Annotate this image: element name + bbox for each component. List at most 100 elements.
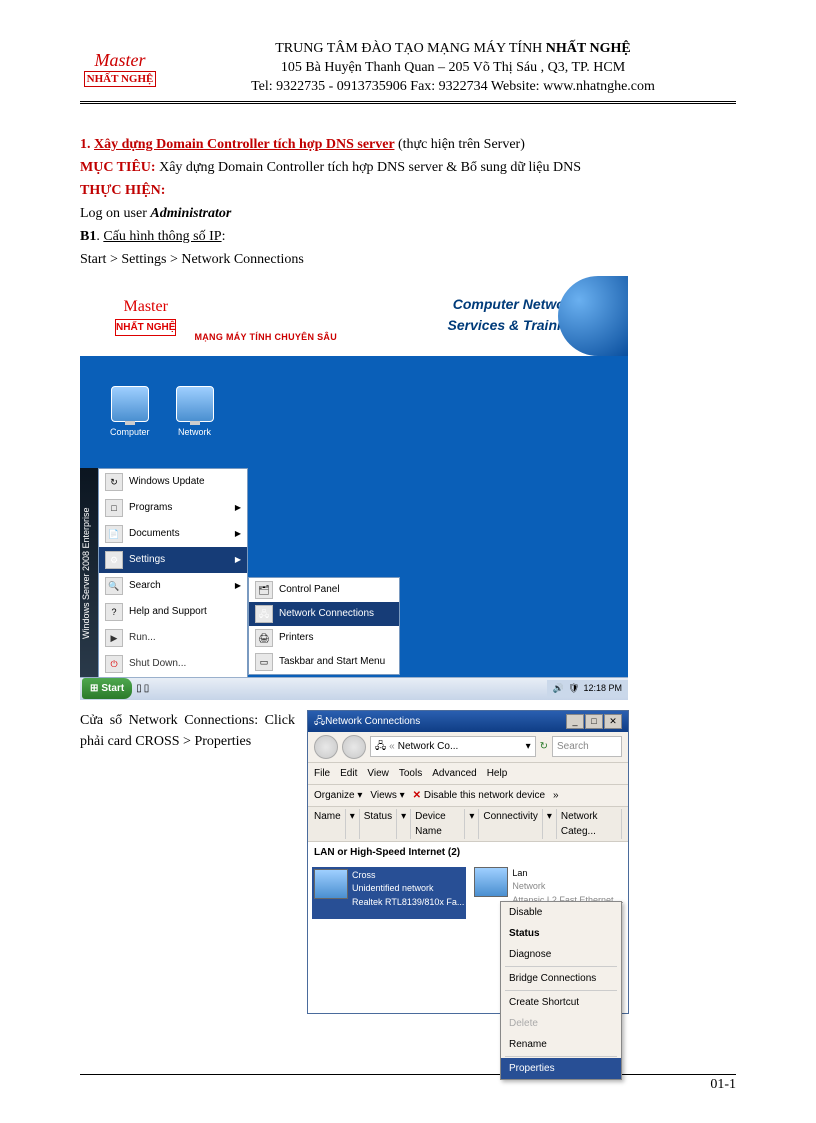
computer-icon	[111, 386, 149, 422]
page-header: Master NHẤT NGHỆ TRUNG TÂM ĐÀO TẠO MẠNG …	[80, 40, 736, 97]
header-rule	[80, 101, 736, 104]
menu-edit[interactable]: Edit	[340, 766, 357, 781]
desktop-banner: Master NHẤT NGHỆ MẠNG MÁY TÍNH CHUYÊN SÂ…	[80, 276, 628, 356]
start-button[interactable]: ⊞ Start	[82, 678, 132, 699]
control-panel-icon: 🗂	[255, 581, 273, 599]
ctx-diagnose[interactable]: Diagnose	[501, 944, 621, 965]
start-menu-sidebar: Windows Server 2008 Enterprise	[80, 468, 98, 678]
help-icon: ?	[105, 603, 123, 621]
tray-icon[interactable]: 🔊	[553, 682, 564, 696]
menu-advanced[interactable]: Advanced	[432, 766, 476, 781]
programs-icon: □	[105, 499, 123, 517]
menu-file[interactable]: File	[314, 766, 330, 781]
menu-run[interactable]: ▶Run...	[99, 625, 247, 651]
menu-help[interactable]: Help	[487, 766, 508, 781]
col-connectivity[interactable]: Connectivity	[483, 809, 542, 839]
organize-button[interactable]: Organize ▾	[314, 788, 362, 803]
muctieu-text: Xây dựng Domain Controller tích hợp DNS …	[159, 160, 581, 175]
close-button[interactable]: ✕	[604, 714, 622, 729]
ctx-shortcut[interactable]: Create Shortcut	[501, 992, 621, 1013]
menu-settings[interactable]: ⚙Settings▶	[99, 547, 247, 573]
connection-cross[interactable]: Cross Unidentified network Realtek RTL81…	[312, 867, 466, 919]
menu-search[interactable]: 🔍Search▶	[99, 573, 247, 599]
logo-name: NHẤT NGHỆ	[84, 71, 157, 87]
search-box[interactable]: Search	[552, 736, 622, 757]
connections-list: Cross Unidentified network Realtek RTL81…	[308, 863, 628, 923]
start-menu: Windows Server 2008 Enterprise ↻Windows …	[80, 468, 400, 678]
overflow-button[interactable]: »	[553, 788, 559, 803]
submenu-network-connections[interactable]: 🖧Network Connections	[249, 602, 399, 626]
minimize-button[interactable]: _	[566, 714, 584, 729]
views-button[interactable]: Views ▾	[370, 788, 404, 803]
header-line3: Tel: 9322735 - 0913735906 Fax: 9322734 W…	[170, 78, 736, 97]
screenshot-network-connections: 🖧 Network Connections _ □ ✕ 🖧 « Network …	[307, 710, 629, 1014]
forward-button[interactable]	[342, 735, 366, 759]
section-1-title: 1. Xây dựng Domain Controller tích hợp D…	[80, 134, 736, 155]
desktop-icon-network[interactable]: Network	[176, 386, 214, 440]
col-category[interactable]: Network Categ...	[561, 809, 622, 839]
maximize-button[interactable]: □	[585, 714, 603, 729]
printers-icon: 🖨	[255, 629, 273, 647]
submenu-control-panel[interactable]: 🗂Control Panel	[249, 578, 399, 602]
menu-shutdown[interactable]: ⏻Shut Down...	[99, 651, 247, 677]
context-menu: Disable Status Diagnose Bridge Connectio…	[500, 901, 622, 1080]
muctieu-line: MỤC TIÊU: Xây dựng Domain Controller tíc…	[80, 157, 736, 178]
ctx-disable[interactable]: Disable	[501, 902, 621, 923]
quicklaunch-icon[interactable]: ▯	[136, 681, 142, 696]
category-header: LAN or High-Speed Internet (2)	[308, 842, 628, 863]
ctx-status[interactable]: Status	[501, 923, 621, 944]
col-name[interactable]: Name	[314, 809, 346, 839]
menu-windows-update[interactable]: ↻Windows Update	[99, 469, 247, 495]
desktop-icon-computer[interactable]: Computer	[110, 386, 150, 440]
instruction-text: Cửa sổ Network Connections: Click phải c…	[80, 710, 295, 752]
back-button[interactable]	[314, 735, 338, 759]
window-title: Network Connections	[325, 714, 420, 729]
logo: Master NHẤT NGHỆ	[80, 50, 160, 87]
settings-icon: ⚙	[105, 551, 123, 569]
section-1-num: 1.	[80, 137, 94, 152]
screenshot-desktop: Master NHẤT NGHỆ MẠNG MÁY TÍNH CHUYÊN SÂ…	[80, 276, 628, 700]
address-bar[interactable]: 🖧 « Network Co... ▾	[370, 736, 536, 757]
globe-icon	[558, 276, 628, 356]
update-icon: ↻	[105, 473, 123, 491]
b1-line: B1. Cấu hình thông số IP:	[80, 226, 736, 247]
banner-slogan: MẠNG MÁY TÍNH CHUYÊN SÂU	[194, 331, 337, 345]
menu-documents[interactable]: 📄Documents▶	[99, 521, 247, 547]
window-titlebar: 🖧 Network Connections _ □ ✕	[308, 711, 628, 732]
nic-icon	[314, 869, 348, 899]
header-text: TRUNG TÂM ĐÀO TẠO MẠNG MÁY TÍNH NHẤT NGH…	[170, 40, 736, 97]
page-footer: 01-1	[80, 1074, 736, 1093]
disable-device-button[interactable]: ✕ Disable this network device	[413, 788, 545, 803]
b1-underline: Cấu hình thông số IP	[103, 229, 221, 244]
menu-programs[interactable]: □Programs▶	[99, 495, 247, 521]
muctieu-label: MỤC TIÊU:	[80, 160, 159, 175]
refresh-icon[interactable]: ↻	[540, 739, 548, 754]
ctx-rename[interactable]: Rename	[501, 1034, 621, 1055]
logon-pre: Log on user	[80, 206, 150, 221]
run-icon: ▶	[105, 629, 123, 647]
shutdown-icon: ⏻	[105, 655, 123, 673]
ctx-properties[interactable]: Properties	[501, 1058, 621, 1079]
tray-icon-2[interactable]: 🛡	[568, 682, 579, 696]
thuchien-label: THỰC HIỆN:	[80, 180, 736, 201]
netconn-icon: 🖧	[255, 605, 273, 623]
col-status[interactable]: Status	[364, 809, 397, 839]
menu-view[interactable]: View	[367, 766, 389, 781]
menu-help[interactable]: ?Help and Support	[99, 599, 247, 625]
windows-flag-icon: ⊞	[90, 681, 98, 696]
col-device[interactable]: Device Name	[415, 809, 465, 839]
header-line1-bold: NHẤT NGHỆ	[546, 41, 631, 56]
nav-toolbar: 🖧 « Network Co... ▾ ↻ Search	[308, 732, 628, 763]
search-icon: 🔍	[105, 577, 123, 595]
quicklaunch-icon-2[interactable]: ▯	[144, 681, 150, 696]
submenu-taskbar[interactable]: ▭Taskbar and Start Menu	[249, 650, 399, 674]
command-toolbar: Organize ▾ Views ▾ ✕ Disable this networ…	[308, 785, 628, 807]
header-line1-pre: TRUNG TÂM ĐÀO TẠO MẠNG MÁY TÍNH	[275, 41, 546, 56]
settings-submenu: 🗂Control Panel 🖧Network Connections 🖨Pri…	[248, 577, 400, 675]
b1-label: B1	[80, 229, 96, 244]
ctx-bridge[interactable]: Bridge Connections	[501, 968, 621, 989]
section-1-underline: Xây dựng Domain Controller tích hợp DNS …	[94, 137, 394, 152]
documents-icon: 📄	[105, 525, 123, 543]
menu-tools[interactable]: Tools	[399, 766, 422, 781]
submenu-printers[interactable]: 🖨Printers	[249, 626, 399, 650]
